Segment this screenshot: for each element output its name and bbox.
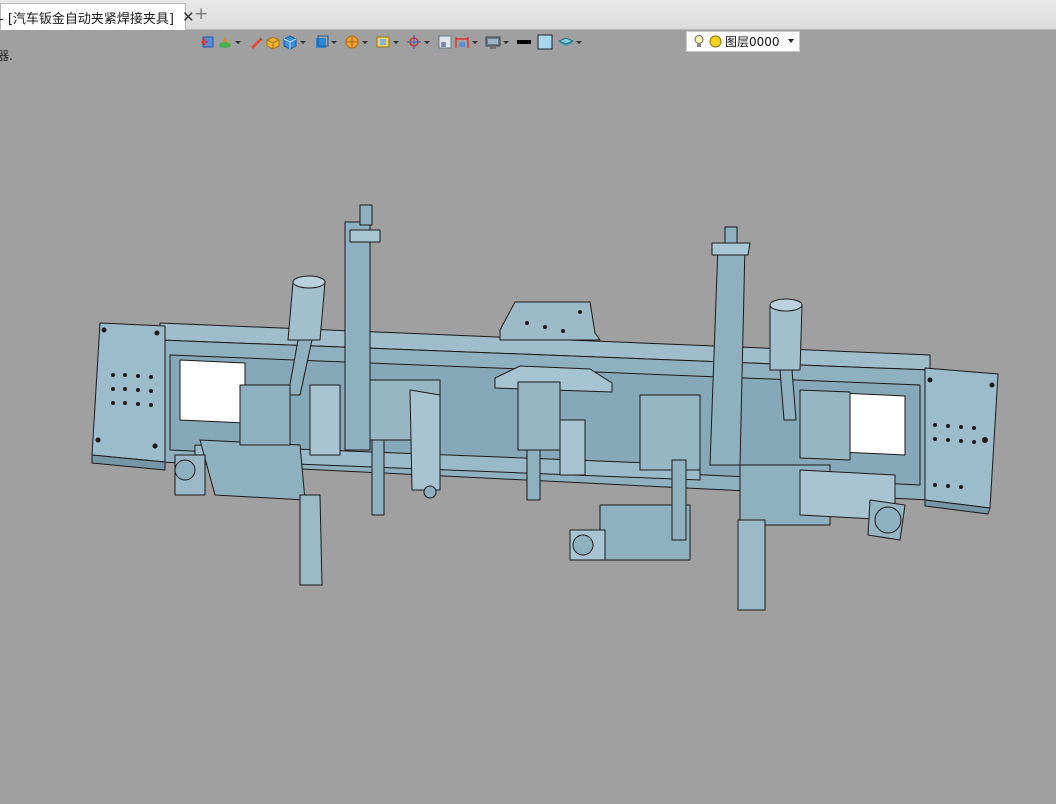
document-tab-title: - [汽车钣金自动夹紧焊接夹具] (0, 11, 174, 27)
3d-viewport[interactable] (0, 54, 1056, 800)
line-color-icon[interactable] (516, 34, 532, 50)
render-icon[interactable] (344, 34, 360, 50)
view-cube-dropdown-icon[interactable] (330, 34, 338, 50)
tab-bar: - [汽车钣金自动夹紧焊接夹具] ✕ + (0, 0, 1056, 30)
dimension-dropdown-icon[interactable] (471, 34, 479, 50)
layer-status-icon[interactable] (709, 35, 722, 48)
point-icon[interactable] (406, 34, 422, 50)
render-dropdown-icon[interactable] (361, 34, 369, 50)
shade-icon[interactable] (375, 34, 391, 50)
document-tab[interactable]: - [汽车钣金自动夹紧焊接夹具] ✕ (0, 3, 195, 30)
shade-dropdown-icon[interactable] (392, 34, 400, 50)
draw-dropdown-icon[interactable] (234, 34, 242, 50)
layer-select[interactable]: 图层0000 (686, 31, 800, 52)
chevron-down-icon[interactable] (788, 39, 794, 43)
lightbulb-icon[interactable] (693, 34, 705, 49)
draw-icon[interactable] (217, 34, 233, 50)
new-tab-icon[interactable]: + (194, 6, 208, 23)
layer-stack-icon[interactable] (558, 34, 574, 50)
layer-select-value: 图层0000 (725, 35, 780, 49)
close-tab-icon[interactable]: ✕ (182, 9, 195, 25)
fixture-model (91, 204, 999, 611)
box-icon[interactable] (265, 34, 281, 50)
point-dropdown-icon[interactable] (423, 34, 431, 50)
display-dropdown-icon[interactable] (502, 34, 510, 50)
pencil-icon[interactable] (248, 34, 264, 50)
dimension-icon[interactable] (454, 34, 470, 50)
exit-sketch-icon[interactable] (200, 34, 216, 50)
view-cube-icon[interactable] (313, 34, 329, 50)
cube-icon[interactable] (282, 34, 298, 50)
section-icon[interactable] (437, 34, 453, 50)
cube-dropdown-icon[interactable] (299, 34, 307, 50)
face-color-icon[interactable] (537, 34, 553, 50)
layer-stack-dropdown-icon[interactable] (575, 34, 583, 50)
display-icon[interactable] (485, 34, 501, 50)
